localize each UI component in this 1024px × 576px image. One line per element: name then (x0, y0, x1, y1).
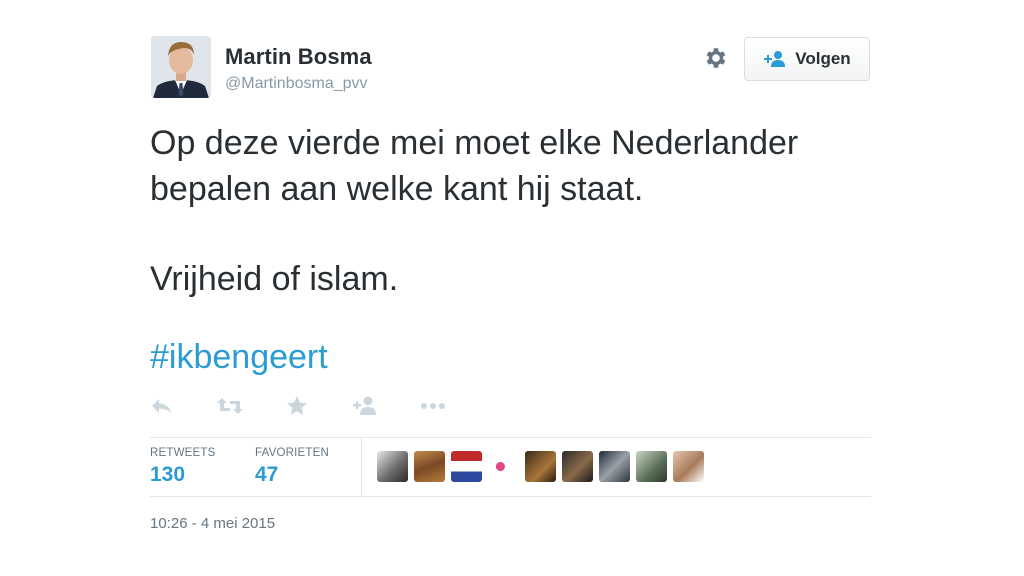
stats-separator (361, 438, 362, 496)
add-user-icon (763, 50, 787, 68)
favoriter-avatar[interactable] (525, 451, 556, 482)
favorites-count: 47 (255, 463, 279, 486)
favoriter-avatar[interactable] (414, 451, 445, 482)
reply-icon[interactable] (147, 393, 177, 419)
follow-button[interactable]: Volgen (744, 37, 870, 81)
favoriter-avatar[interactable] (562, 451, 593, 482)
gear-icon[interactable] (702, 45, 728, 71)
favoriter-avatar[interactable] (673, 451, 704, 482)
follow-icon[interactable] (350, 393, 380, 419)
stats-divider-top (150, 437, 871, 438)
avatar[interactable] (151, 36, 211, 98)
hashtag-link[interactable]: #ikbengeert (150, 338, 328, 377)
favorites-stat[interactable]: FAVORIETEN 47 (255, 447, 329, 487)
favoriter-avatar[interactable] (451, 451, 482, 482)
stats-divider-bottom (150, 496, 871, 497)
favoriter-avatar[interactable] (636, 451, 667, 482)
tweet-text: Op deze vierde mei moet elke Nederlander… (150, 120, 910, 302)
favorite-icon[interactable] (282, 393, 312, 419)
more-icon[interactable] (418, 393, 448, 419)
favoriter-avatar[interactable] (377, 451, 408, 482)
favoriter-avatar[interactable] (488, 451, 519, 482)
tweet-line: bepalen aan welke kant hij staat. (150, 170, 644, 208)
tweet-timestamp[interactable]: 10:26 - 4 mei 2015 (150, 515, 275, 532)
favoriter-avatar[interactable] (599, 451, 630, 482)
retweets-stat[interactable]: RETWEETS 130 (150, 447, 216, 487)
tweet-line: Op deze vierde mei moet elke Nederlander (150, 124, 799, 162)
display-name[interactable]: Martin Bosma (225, 44, 372, 70)
tweet-card: Martin Bosma @Martinbosma_pvv Volgen Op … (0, 0, 1024, 576)
favorites-label: FAVORIETEN (255, 447, 329, 459)
retweet-icon[interactable] (215, 393, 245, 419)
tweet-line: Vrijheid of islam. (150, 260, 399, 298)
retweets-count: 130 (150, 463, 186, 486)
user-handle[interactable]: @Martinbosma_pvv (225, 75, 368, 93)
retweets-label: RETWEETS (150, 447, 216, 459)
follow-label: Volgen (795, 49, 851, 68)
